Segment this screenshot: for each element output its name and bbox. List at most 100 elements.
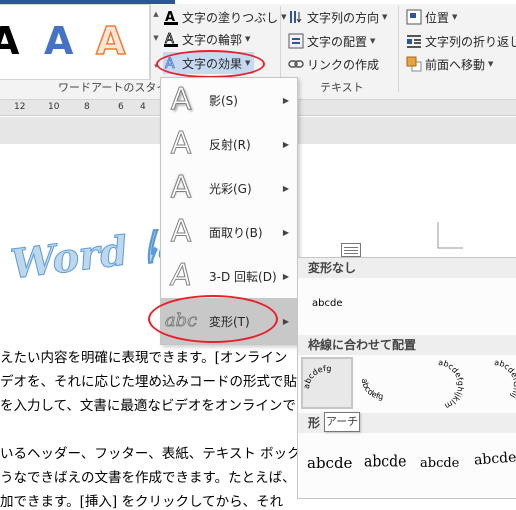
chevron-down-icon: ▼: [488, 60, 494, 68]
text-outline-label: 文字の輪郭: [182, 32, 243, 47]
menu-item-reflection[interactable]: A 反射(R) ▶: [161, 122, 297, 166]
arch-option[interactable]: abcdefg: [301, 357, 353, 409]
wordart-style-blue[interactable]: A: [44, 19, 73, 63]
menu-item-3d-rotation[interactable]: A 3-D 回転(D) ▶: [161, 254, 297, 298]
menu-item-shadow[interactable]: A 影(S) ▶: [161, 78, 297, 122]
text-group-label: テキスト: [320, 81, 364, 94]
doc-line: デオを、それに応じた埋め込みコードの形式で貼: [0, 374, 297, 390]
wordart-style-black[interactable]: A: [0, 19, 19, 63]
text-direction-label: 文字列の方向: [307, 10, 380, 25]
align-text-button[interactable]: 文字の配置 ▼: [288, 31, 375, 51]
chevron-right-icon: ▶: [282, 271, 289, 281]
chevron-down-icon: ▼: [245, 35, 251, 43]
ruler-number: 10: [48, 102, 60, 112]
text-effects-menu: A 影(S) ▶ A 反射(R) ▶ A 光彩(G) ▶ A 面取り(B) ▶ …: [160, 77, 298, 345]
text-effects-button[interactable]: A 文字の効果 ▼: [163, 52, 255, 74]
gallery-scrollbar[interactable]: ▲ ▼ ▾: [150, 4, 160, 80]
ruler-number: 8: [84, 102, 90, 112]
warp-option[interactable]: abcde: [473, 450, 516, 469]
position-icon: [406, 9, 422, 25]
position-button[interactable]: 位置 ▼: [406, 7, 457, 27]
text-outline-icon: A: [163, 31, 179, 47]
bring-forward-button[interactable]: 前面へ移動 ▼: [406, 54, 493, 74]
chevron-right-icon: ▶: [282, 227, 289, 237]
menu-item-label: 反射(R): [209, 137, 251, 152]
no-transform-header: 変形なし: [298, 258, 516, 278]
wordart-style-gallery[interactable]: A A A: [0, 4, 150, 80]
chevron-down-icon: ▼: [245, 59, 251, 67]
text-direction-icon: [288, 9, 304, 25]
chevron-down-icon: ▼: [370, 37, 376, 45]
gallery-down-icon[interactable]: ▼: [152, 34, 160, 42]
group-separator: [398, 6, 399, 92]
text-outline-button[interactable]: A 文字の輪郭 ▼: [163, 29, 250, 49]
circle-preview: abcdefghijklm: [438, 358, 465, 411]
svg-text:abcdefGhij: abcdefGhij: [494, 359, 516, 400]
warp-option[interactable]: abcde: [420, 456, 459, 471]
ruler-number: 4: [140, 102, 146, 112]
chevron-down-icon: ▼: [281, 13, 287, 21]
shadow-icon: A: [170, 82, 192, 117]
transform-icon: abc: [164, 310, 198, 332]
gallery-up-icon[interactable]: ▲: [152, 10, 160, 18]
svg-text:abcdefg: abcdefg: [360, 378, 384, 401]
create-link-label: リンクの作成: [307, 57, 380, 72]
wrap-text-label: 文字列の折り返し: [425, 34, 516, 49]
text-effects-label: 文字の効果: [182, 56, 243, 71]
button-preview: abcdefGhij: [494, 358, 516, 400]
menu-item-transform[interactable]: abc 変形(T) ▶: [161, 298, 297, 344]
text-fill-label: 文字の塗りつぶし: [182, 10, 279, 25]
tooltip: アーチ: [324, 412, 360, 432]
wordart-style-orange[interactable]: A: [95, 18, 126, 64]
doc-line: うなできばえの文書を作成できます。たとえば、: [0, 470, 296, 486]
doc-line: 加できます。[挿入] をクリックしてから、それ: [0, 494, 284, 510]
bring-forward-label: 前面へ移動: [425, 57, 486, 72]
doc-line: えたい内容を明確に表現できます。[オンライン: [0, 350, 288, 366]
bevel-icon: A: [170, 214, 192, 249]
3d-rotation-icon: A: [168, 258, 194, 294]
reflection-icon: A: [170, 126, 192, 161]
create-link-button[interactable]: リンクの作成: [288, 54, 379, 74]
no-transform-option[interactable]: abcde: [312, 298, 342, 309]
arch-down-option[interactable]: abcdefg: [356, 359, 408, 411]
menu-item-label: 変形(T): [209, 314, 250, 329]
warp-option[interactable]: abcde: [307, 454, 352, 472]
menu-item-glow[interactable]: A 光彩(G) ▶: [161, 166, 297, 210]
text-fill-icon: A: [163, 9, 179, 25]
menu-item-label: 3-D 回転(D): [209, 269, 277, 284]
text-effects-icon: A: [163, 55, 179, 73]
chevron-right-icon: ▶: [282, 316, 289, 326]
position-label: 位置: [425, 10, 450, 25]
text-fill-button[interactable]: A 文字の塗りつぶし ▼: [163, 7, 287, 27]
circle-option[interactable]: abcdefghijklm: [412, 358, 465, 411]
chevron-right-icon: ▶: [282, 183, 289, 193]
ruler-number: 12: [14, 102, 26, 112]
glow-icon: A: [170, 170, 192, 205]
wrap-text-icon: [406, 33, 422, 49]
svg-text:A: A: [165, 56, 175, 71]
chevron-right-icon: ▶: [282, 95, 289, 105]
align-text-label: 文字の配置: [307, 34, 368, 49]
warp-option[interactable]: abcde: [364, 453, 406, 471]
doc-line: を入力して、文書に最適なビデオをオンラインで: [0, 398, 296, 414]
svg-text:abcdefghijklm: abcdefghijklm: [438, 359, 464, 411]
link-icon: [288, 56, 304, 72]
align-text-icon: [288, 33, 304, 49]
gallery-more-icon[interactable]: ▾: [152, 62, 160, 70]
menu-item-bevel[interactable]: A 面取り(B) ▶: [161, 210, 297, 254]
menu-item-label: 光彩(G): [209, 181, 252, 196]
layout-options-icon[interactable]: [341, 243, 361, 257]
text-direction-button[interactable]: 文字列の方向 ▼: [288, 7, 387, 27]
chevron-down-icon: ▼: [382, 13, 388, 21]
follow-path-header: 枠線に合わせて配置: [298, 335, 516, 355]
menu-item-label: 影(S): [209, 93, 238, 108]
chevron-right-icon: ▶: [282, 139, 289, 149]
arch-preview: abcdefg: [302, 364, 332, 389]
doc-line: いるヘッダー、フッター、表紙、テキスト ボック: [0, 446, 301, 462]
svg-text:abcdefg: abcdefg: [303, 364, 332, 389]
wrap-text-button[interactable]: 文字列の折り返し: [406, 31, 516, 51]
button-option[interactable]: abcdefGhij: [468, 358, 516, 411]
bring-forward-icon: [406, 56, 422, 72]
menu-item-label: 面取り(B): [209, 225, 263, 240]
ruler-number: 6: [118, 102, 124, 112]
